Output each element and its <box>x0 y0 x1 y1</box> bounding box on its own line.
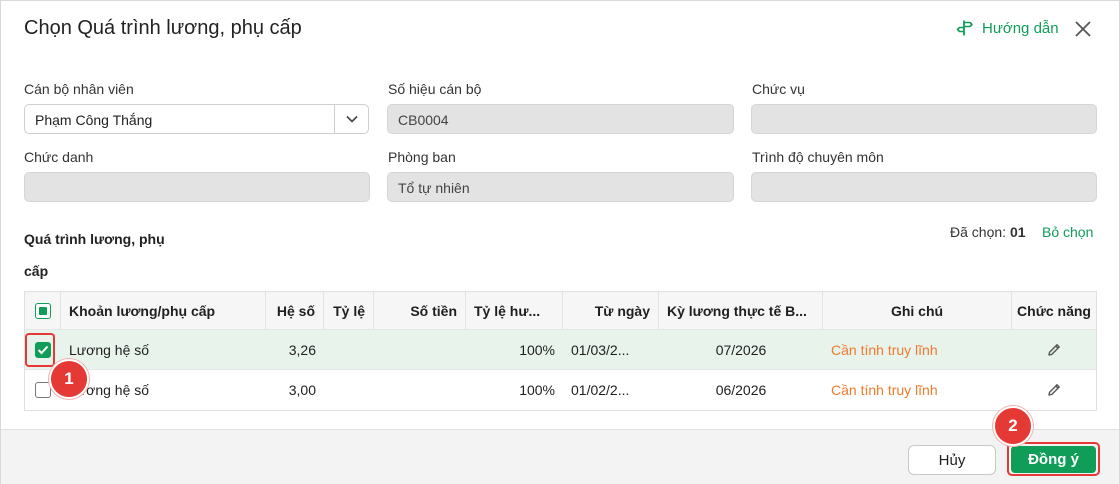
cell-item: Lương hệ số <box>69 382 150 398</box>
cell-rate <box>324 330 374 369</box>
dialog-title: Chọn Quá trình lương, phụ cấp <box>24 17 302 39</box>
table-row[interactable]: Lương hệ số 3,26 100% 01/03/2... 07/2026… <box>25 330 1096 370</box>
col-actions: Chức năng <box>1017 302 1091 319</box>
col-from[interactable]: Từ ngày <box>563 292 659 329</box>
help-link[interactable]: Hướng dẫn <box>956 19 1059 37</box>
row-actions <box>1012 330 1096 369</box>
department-label: Phòng ban <box>388 149 456 165</box>
col-rate2[interactable]: Tỷ lệ hư... <box>466 292 563 329</box>
help-label: Hướng dẫn <box>982 19 1059 37</box>
step2-badge: 2 <box>993 406 1033 446</box>
cell-rate <box>324 370 374 410</box>
employee-label: Cán bộ nhân viên <box>24 81 134 97</box>
pencil-icon[interactable] <box>1046 382 1062 398</box>
title-label: Chức danh <box>24 149 94 165</box>
selected-prefix: Đã chọn: <box>950 224 1007 240</box>
title-field <box>24 172 370 202</box>
cell-from: 01/03/2... <box>571 341 630 358</box>
dropdown-toggle[interactable] <box>334 105 368 133</box>
staff-code-label: Số hiệu cán bộ <box>388 81 482 97</box>
position-field <box>751 104 1097 134</box>
col-amount[interactable]: Số tiền <box>374 292 466 329</box>
step1-badge: 1 <box>49 359 89 399</box>
col-period[interactable]: Kỳ lương thực tế B... <box>659 292 823 329</box>
cell-note: Cần tính truy lĩnh <box>831 382 938 398</box>
cell-item: Lương hệ số <box>69 341 150 358</box>
section-title: Quá trình lương, phụ cấp <box>24 231 165 279</box>
qualification-label: Trình độ chuyên môn <box>752 149 884 165</box>
deselect-link[interactable]: Bỏ chọn <box>1042 224 1093 240</box>
cancel-button[interactable]: Hủy <box>908 445 996 475</box>
close-icon[interactable] <box>1073 19 1093 39</box>
table-row[interactable]: Lương hệ số 3,00 100% 01/02/2... 06/2026… <box>25 370 1096 410</box>
table-header: Khoản lương/phụ cấp Hệ số Tỷ lệ Số tiền … <box>25 292 1096 330</box>
step1-highlight <box>25 333 55 367</box>
staff-code-field: CB0004 <box>387 104 734 134</box>
dialog: Chọn Quá trình lương, phụ cấp Hướng dẫn … <box>0 0 1120 484</box>
col-item[interactable]: Khoản lương/phụ cấp <box>61 292 266 329</box>
cell-period: 07/2026 <box>715 341 767 358</box>
salary-table: Khoản lương/phụ cấp Hệ số Tỷ lệ Số tiền … <box>24 291 1097 411</box>
cell-note: Cần tính truy lĩnh <box>831 341 938 358</box>
ok-button[interactable]: Đồng ý <box>1011 446 1096 473</box>
cell-coef: 3,26 <box>288 341 316 358</box>
row-checkbox[interactable] <box>35 382 51 398</box>
cell-rate2: 100% <box>519 341 555 358</box>
department-field: Tổ tự nhiên <box>387 172 734 202</box>
col-note[interactable]: Ghi chú <box>823 292 1012 329</box>
col-coef[interactable]: Hệ số <box>266 292 324 329</box>
select-all-checkbox[interactable] <box>34 302 51 319</box>
cell-amount <box>374 370 466 410</box>
pencil-icon[interactable] <box>1046 342 1062 358</box>
signpost-icon <box>956 20 973 36</box>
col-rate[interactable]: Tỷ lệ <box>324 292 374 329</box>
cell-amount <box>374 330 466 369</box>
select-all-cell[interactable] <box>25 292 61 329</box>
employee-select[interactable]: Phạm Công Thắng <box>24 104 369 134</box>
selected-count-value: 01 <box>1009 224 1026 240</box>
cell-rate2: 100% <box>519 382 555 398</box>
selected-count: Đã chọn: 01 <box>950 224 1026 240</box>
row-actions <box>1012 370 1096 410</box>
cell-coef: 3,00 <box>288 382 316 398</box>
qualification-field <box>751 172 1097 202</box>
employee-value: Phạm Công Thắng <box>35 112 153 128</box>
position-label: Chức vụ <box>752 81 805 97</box>
chevron-down-icon <box>345 115 358 123</box>
cell-period: 06/2026 <box>715 382 767 398</box>
cell-from: 01/02/2... <box>571 382 630 398</box>
